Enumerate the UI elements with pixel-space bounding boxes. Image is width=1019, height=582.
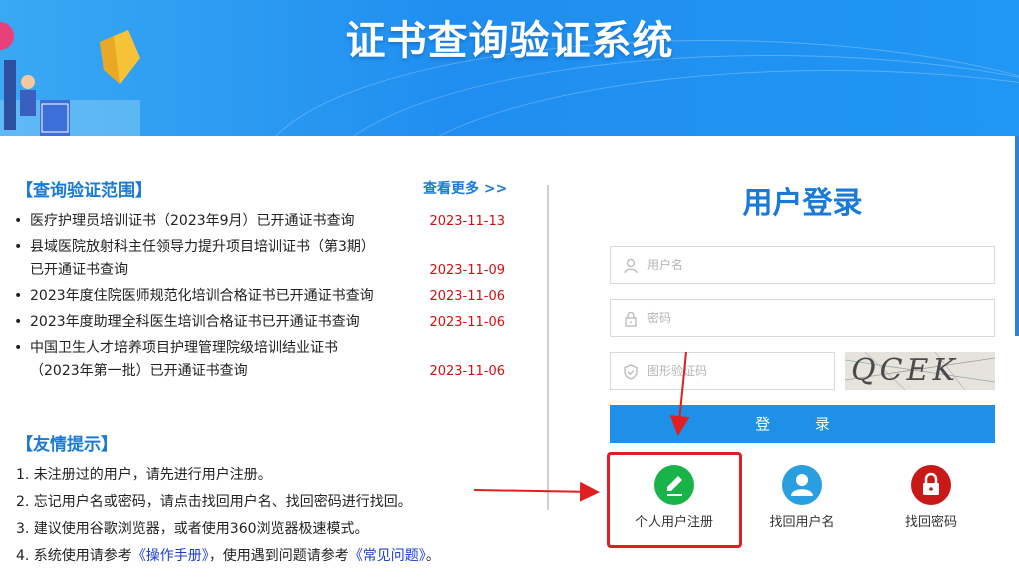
news-list: • 医疗护理员培训证书（2023年9月）已开通证书查询 2023-11-13 •… xyxy=(10,210,510,386)
tip-item: 2. 忘记用户名或密码，请点击找回用户名、找回密码进行找回。 xyxy=(16,494,412,510)
login-title: 用户登录 xyxy=(742,186,863,221)
lock-icon xyxy=(625,311,637,327)
password-input[interactable] xyxy=(611,300,994,336)
username-input[interactable] xyxy=(611,247,994,283)
manual-link[interactable]: 《操作手册》 xyxy=(132,548,209,564)
news-title[interactable]: 县域医院放射科主任领导力提升项目培训证书（第3期）已开通证书查询 xyxy=(30,236,380,282)
news-date: 2023-11-09 xyxy=(429,263,505,278)
captcha-field xyxy=(610,352,835,390)
right-edge-bar xyxy=(1015,136,1019,336)
tip-item: 1. 未注册过的用户，请先进行用户注册。 xyxy=(16,467,272,483)
find-password-button[interactable]: 找回密码 xyxy=(876,465,986,530)
user-icon xyxy=(782,465,822,505)
page-title: 证书查询验证系统 xyxy=(345,18,674,64)
tip-item: 3. 建议使用谷歌浏览器，或者使用360浏览器极速模式。 xyxy=(16,521,369,537)
list-item[interactable]: • 医疗护理员培训证书（2023年9月）已开通证书查询 2023-11-13 xyxy=(10,210,510,233)
list-item[interactable]: • 县域医院放射科主任领导力提升项目培训证书（第3期）已开通证书查询 2023-… xyxy=(10,236,510,282)
user-icon xyxy=(624,258,638,274)
header-banner: 证书查询验证系统 xyxy=(0,0,1019,136)
bullet-icon: • xyxy=(14,288,23,304)
highlight-box xyxy=(607,452,742,548)
bullet-icon: • xyxy=(14,239,23,255)
faq-link[interactable]: 《常见问题》 xyxy=(349,548,426,564)
captcha-image[interactable]: QCEK xyxy=(845,352,995,390)
find-username-button[interactable]: 找回用户名 xyxy=(747,465,857,530)
captcha-input[interactable] xyxy=(611,353,834,389)
news-title[interactable]: 2023年度住院医师规范化培训合格证书已开通证书查询 xyxy=(30,285,380,308)
tip-text: 4. 系统使用请参考 xyxy=(16,548,132,564)
bullet-icon: • xyxy=(14,340,23,356)
find-password-label: 找回密码 xyxy=(904,515,957,530)
list-item[interactable]: • 中国卫生人才培养项目护理管理院级培训结业证书（2023年第一批）已开通证书查… xyxy=(10,337,510,383)
login-button[interactable]: 登 录 xyxy=(610,405,995,443)
tip-text: 。 xyxy=(425,548,440,564)
tip-text: ，使用遇到问题请参考 xyxy=(208,548,349,564)
news-title[interactable]: 医疗护理员培训证书（2023年9月）已开通证书查询 xyxy=(30,210,380,233)
tips-list: 1. 未注册过的用户，请先进行用户注册。 2. 忘记用户名或密码，请点击找回用户… xyxy=(16,462,536,570)
news-date: 2023-11-06 xyxy=(429,315,505,330)
list-item[interactable]: • 2023年度助理全科医生培训合格证书已开通证书查询 2023-11-06 xyxy=(10,311,510,334)
find-username-label: 找回用户名 xyxy=(769,515,835,530)
news-date: 2023-11-06 xyxy=(429,364,505,379)
tip-item: 4. 系统使用请参考《操作手册》，使用遇到问题请参考《常见问题》。 xyxy=(16,543,536,570)
lock-icon xyxy=(911,465,951,505)
news-date: 2023-11-13 xyxy=(429,214,505,229)
more-link[interactable]: 查看更多 >> xyxy=(423,178,507,198)
news-title[interactable]: 中国卫生人才培养项目护理管理院级培训结业证书（2023年第一批）已开通证书查询 xyxy=(30,337,380,383)
divider xyxy=(547,185,549,510)
tips-heading: 【友情提示】 xyxy=(16,435,118,455)
bullet-icon: • xyxy=(14,213,23,229)
username-field xyxy=(610,246,995,284)
password-field xyxy=(610,299,995,337)
news-title[interactable]: 2023年度助理全科医生培训合格证书已开通证书查询 xyxy=(30,311,380,334)
captcha-text: QCEK xyxy=(851,353,959,388)
list-item[interactable]: • 2023年度住院医师规范化培训合格证书已开通证书查询 2023-11-06 xyxy=(10,285,510,308)
bullet-icon: • xyxy=(14,314,23,330)
shield-icon xyxy=(624,364,638,380)
news-date: 2023-11-06 xyxy=(429,289,505,304)
news-heading: 【查询验证范围】 xyxy=(16,181,152,201)
